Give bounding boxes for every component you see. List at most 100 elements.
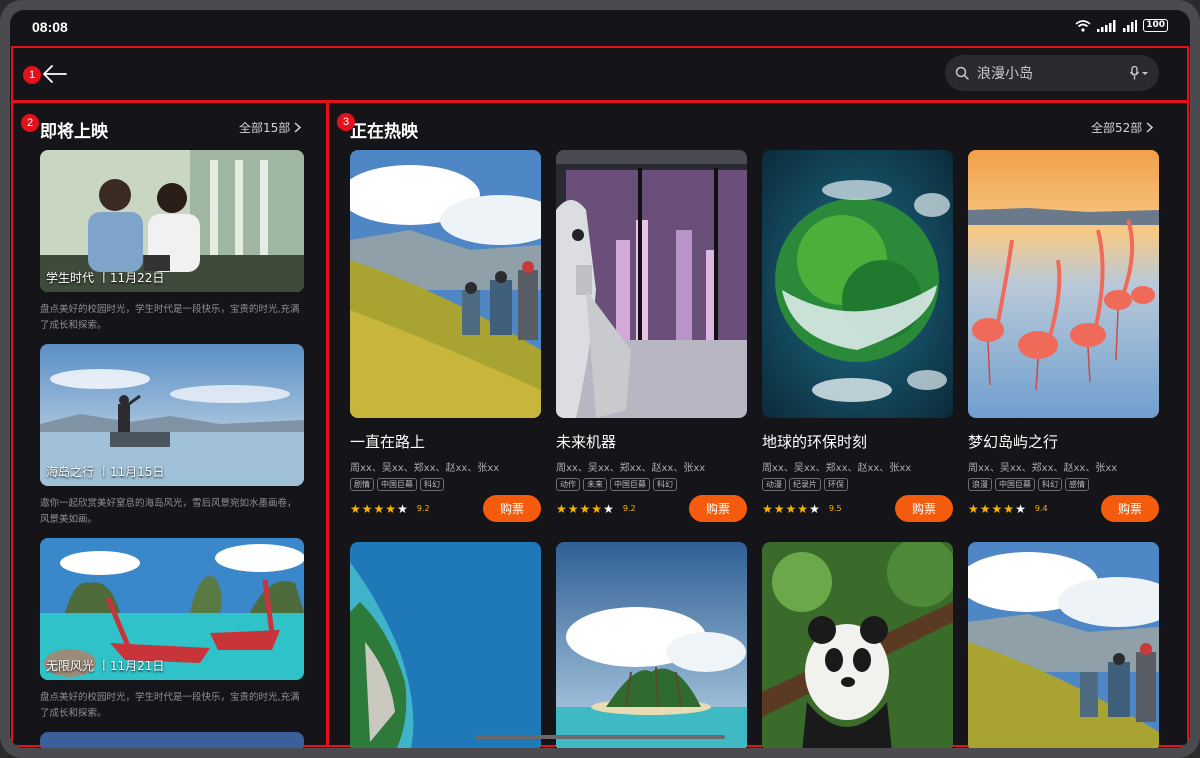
upcoming-image [40, 732, 304, 748]
upcoming-see-all-label: 全部15部 [239, 121, 291, 135]
star-icon: ★ [397, 501, 408, 516]
tablet-frame: 08:08 100 1 浪漫小岛 2 即将上映 全部15部 学生时代 丨11月2… [0, 0, 1200, 758]
screen: 08:08 100 1 浪漫小岛 2 即将上映 全部15部 学生时代 丨11月2… [10, 10, 1190, 748]
movie-tag: 感情 [1065, 478, 1089, 491]
movie-tag: 动作 [556, 478, 580, 491]
star-icon: ★ [991, 501, 1003, 516]
movie-cast: 周xx、吴xx、郑xx、赵xx、张xx [762, 463, 912, 474]
movie-poster [350, 150, 541, 418]
movie-card[interactable] [762, 542, 953, 748]
chevron-right-icon [294, 122, 302, 133]
search-bar[interactable]: 浪漫小岛 [945, 55, 1159, 91]
movie-tag: 动漫 [762, 478, 786, 491]
movie-tags: 剧情 中国巨幕 科幻 [350, 478, 541, 491]
upcoming-description: 盘点美好的校园时光，学生时代是一段快乐，宝贵的时光,充满了成长和探索。 [40, 692, 300, 719]
movie-card[interactable] [556, 542, 747, 748]
upcoming-caption: 无限风光 丨11月21日 [46, 659, 165, 673]
now-showing-see-all-label: 全部52部 [1091, 121, 1143, 135]
movie-poster [556, 542, 747, 748]
movie-card[interactable] [350, 542, 541, 748]
star-icon: ★ [556, 501, 567, 516]
movie-tag: 中国巨幕 [995, 478, 1035, 491]
star-rating: ★ ★ ★ ★ ★ 9.2 [350, 503, 430, 515]
movie-poster [762, 542, 953, 748]
buy-ticket-button[interactable]: 购票 [483, 495, 541, 522]
star-icon: ★ [968, 501, 979, 516]
star-icon: ★ [373, 501, 385, 516]
upcoming-card[interactable]: 学生时代 丨11月22日 盘点美好的校园时光，学生时代是一段快乐，宝贵的时光,充… [40, 150, 304, 334]
movie-card[interactable]: 梦幻岛屿之行 周xx、吴xx、郑xx、赵xx、张xx 浪漫 中国巨幕 科幻 感情… [968, 150, 1159, 522]
status-time: 08:08 [32, 19, 68, 35]
star-icon: ★ [773, 501, 785, 516]
movie-title: 一直在路上 [350, 433, 426, 451]
upcoming-title: 即将上映 [40, 122, 108, 142]
upcoming-card[interactable]: 海岛之行 丨11月15日 邀你一起欣赏美好窒息的海岛风光，雪后风景宛如水墨画卷，… [40, 344, 304, 528]
movie-cast: 周xx、吴xx、郑xx、赵xx、张xx [556, 463, 706, 474]
star-icon: ★ [350, 501, 361, 516]
rating-score: 9.2 [416, 504, 430, 513]
now-showing-see-all-link[interactable]: 全部52部 [1091, 119, 1154, 136]
movie-tag: 科幻 [1038, 478, 1062, 491]
movie-poster [968, 542, 1159, 748]
movie-poster [556, 150, 747, 418]
star-icon: ★ [762, 501, 773, 516]
star-icon: ★ [1015, 501, 1026, 516]
star-icon: ★ [385, 501, 397, 516]
movie-card[interactable]: 未来机器 周xx、吴xx、郑xx、赵xx、张xx 动作 未来 中国巨幕 科幻 ★… [556, 150, 747, 522]
upcoming-image: 海岛之行 丨11月15日 [40, 344, 304, 486]
movie-cast: 周xx、吴xx、郑xx、赵xx、张xx [350, 463, 500, 474]
wifi-icon [1075, 19, 1091, 32]
region-marker-1: 1 [23, 66, 41, 84]
movie-tag: 科幻 [420, 478, 444, 491]
star-icon: ★ [1003, 501, 1015, 516]
upcoming-caption: 海岛之行 丨11月15日 [46, 465, 165, 479]
star-icon: ★ [809, 501, 820, 516]
upcoming-card[interactable] [40, 732, 304, 748]
movie-tag: 中国巨幕 [377, 478, 417, 491]
buy-ticket-button[interactable]: 购票 [1101, 495, 1159, 522]
buy-ticket-button[interactable]: 购票 [895, 495, 953, 522]
search-query: 浪漫小岛 [977, 66, 1033, 82]
movie-poster [762, 150, 953, 418]
star-icon: ★ [361, 501, 373, 516]
upcoming-caption: 学生时代 丨11月22日 [46, 271, 165, 285]
movie-tags: 动漫 纪录片 环保 [762, 478, 953, 491]
rating-score: 9.4 [1034, 504, 1048, 513]
movie-poster [350, 542, 541, 748]
upcoming-description: 邀你一起欣赏美好窒息的海岛风光，雪后风景宛如水墨画卷，风景美如画。 [40, 498, 297, 525]
star-rating: ★ ★ ★ ★ ★ 9.2 [556, 503, 636, 515]
movie-card[interactable]: 一直在路上 周xx、吴xx、郑xx、赵xx、张xx 剧情 中国巨幕 科幻 ★ ★ ★… [350, 150, 541, 522]
movie-tag: 纪录片 [789, 478, 821, 491]
movie-poster [968, 150, 1159, 418]
movie-tag: 科幻 [653, 478, 677, 491]
system-icons: 100 [1075, 19, 1168, 32]
star-rating: ★ ★ ★ ★ ★ 9.5 [762, 503, 842, 515]
upcoming-image: 无限风光 丨11月21日 [40, 538, 304, 680]
microphone-icon[interactable] [1129, 66, 1149, 80]
upcoming-see-all-link[interactable]: 全部15部 [239, 119, 302, 136]
star-icon: ★ [579, 501, 591, 516]
buy-ticket-button[interactable]: 购票 [689, 495, 747, 522]
search-icon [955, 66, 969, 80]
star-icon: ★ [567, 501, 579, 516]
star-icon: ★ [797, 501, 809, 516]
movie-title: 地球的环保时刻 [762, 433, 868, 451]
rating-score: 9.2 [622, 504, 636, 513]
star-icon: ★ [603, 501, 614, 516]
movie-tag: 未来 [583, 478, 607, 491]
back-arrow-icon[interactable] [40, 64, 68, 84]
movie-card[interactable]: 地球的环保时刻 周xx、吴xx、郑xx、赵xx、张xx 动漫 纪录片 环保 ★ ★… [762, 150, 953, 522]
upcoming-image: 学生时代 丨11月22日 [40, 150, 304, 292]
movie-title: 未来机器 [556, 433, 617, 451]
upcoming-card[interactable]: 无限风光 丨11月21日 盘点美好的校园时光，学生时代是一段快乐，宝贵的时光,充… [40, 538, 304, 722]
home-indicator[interactable] [475, 735, 725, 739]
star-icon: ★ [591, 501, 603, 516]
region-marker-2: 2 [21, 114, 39, 132]
rating-score: 9.5 [828, 504, 842, 513]
movie-tag: 剧情 [350, 478, 374, 491]
signal-icon-2 [1123, 19, 1138, 32]
movie-tag: 环保 [824, 478, 848, 491]
battery-icon: 100 [1143, 19, 1168, 32]
signal-icon [1097, 19, 1116, 32]
movie-card[interactable] [968, 542, 1159, 748]
